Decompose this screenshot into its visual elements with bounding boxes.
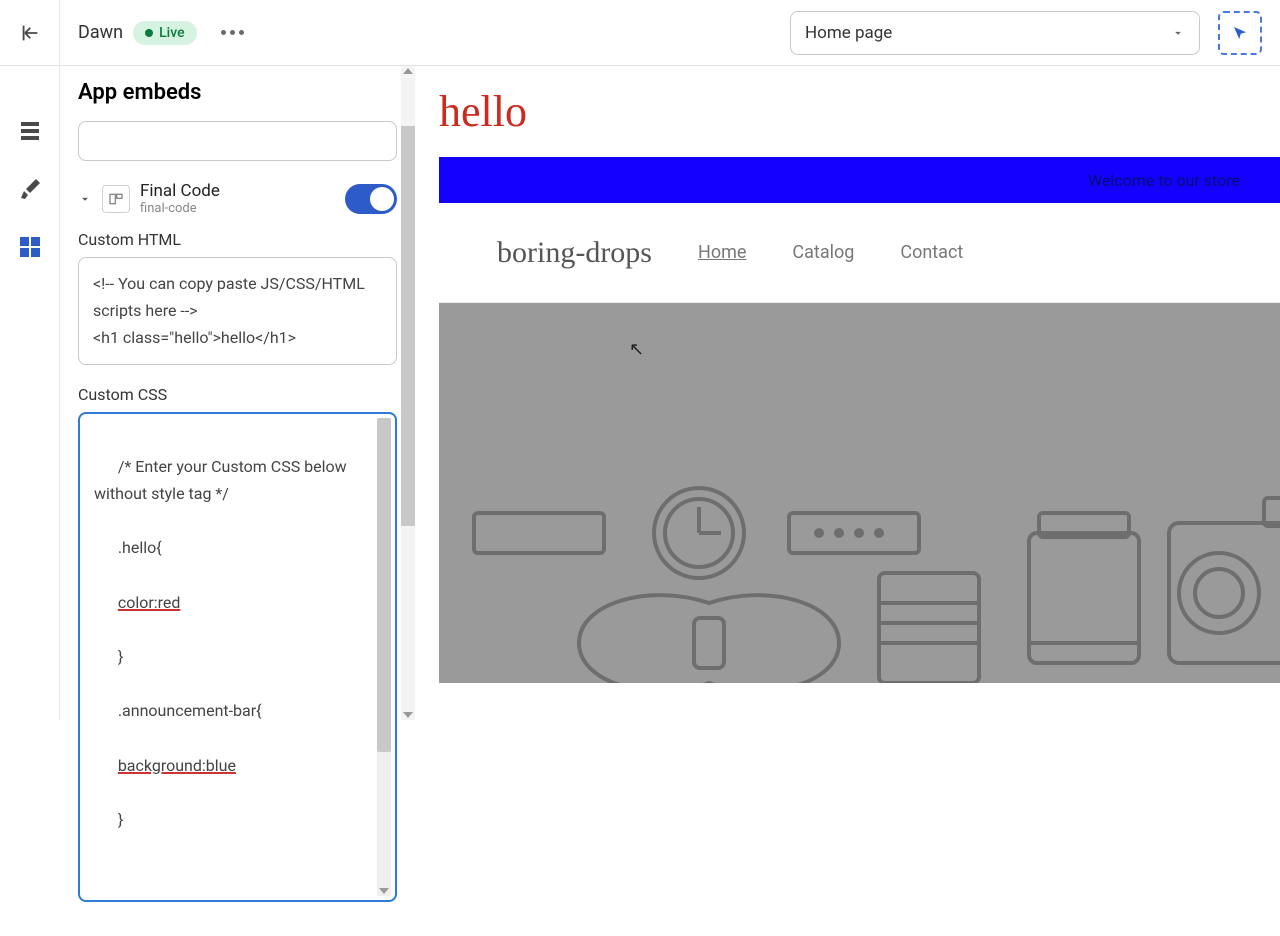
sections-icon — [18, 119, 42, 143]
toggle-knob — [370, 187, 394, 211]
nav-catalog-link[interactable]: Catalog — [792, 242, 854, 263]
rail-theme-settings-button[interactable] — [15, 174, 45, 204]
jar-illustration-icon — [1014, 503, 1154, 673]
embed-header-row: Final Code final-code — [78, 181, 397, 216]
sidebar-title: App embeds — [78, 80, 397, 105]
custom-css-textarea[interactable]: /* Enter your Custom CSS below without s… — [78, 412, 397, 902]
bowtie-illustration-icon — [559, 583, 859, 683]
embed-title: Final Code — [140, 181, 335, 201]
icon-rail — [0, 66, 60, 720]
css-line: /* Enter your Custom CSS below without s… — [94, 457, 351, 503]
sidebar-scrollbar[interactable] — [401, 66, 415, 720]
paintbrush-icon — [18, 177, 42, 201]
theme-name: Dawn — [78, 22, 123, 43]
app-icon — [102, 185, 130, 213]
css-line: color:red — [118, 593, 181, 612]
css-line: } — [118, 647, 123, 666]
embed-toggle[interactable] — [345, 184, 397, 214]
watch-illustration-icon — [469, 483, 929, 583]
custom-html-label: Custom HTML — [78, 230, 397, 249]
code-block-icon — [108, 191, 124, 207]
camera-illustration-icon — [1164, 493, 1280, 673]
chevron-down-icon[interactable] — [78, 192, 92, 206]
cursor-select-icon — [1231, 24, 1249, 42]
custom-html-textarea[interactable]: <!-- You can copy paste JS/CSS/HTML scri… — [78, 257, 397, 365]
announcement-bar-text: Welcome to our store — [1088, 171, 1240, 190]
rail-sections-button[interactable] — [15, 116, 45, 146]
css-line: } — [118, 810, 123, 829]
textarea-scrollbar[interactable] — [377, 418, 391, 896]
store-header-nav: boring-drops Home Catalog Contact — [439, 203, 1280, 303]
css-line: .hello{ — [118, 538, 162, 557]
hero-image: ↖ — [439, 303, 1280, 683]
css-line: .announcement-bar{ — [118, 701, 262, 720]
inspector-button[interactable] — [1218, 11, 1262, 55]
nav-home-link[interactable]: Home — [698, 242, 746, 263]
back-arrow-icon — [19, 22, 41, 44]
sidebar-panel: App embeds Final Code final-code Custom … — [60, 66, 415, 936]
announcement-bar: Welcome to our store — [439, 157, 1280, 203]
search-app-embeds-field[interactable] — [78, 121, 397, 161]
live-dot-icon — [145, 29, 153, 37]
live-status-label: Live — [159, 25, 184, 41]
nav-contact-link[interactable]: Contact — [900, 242, 963, 263]
mouse-cursor-icon: ↖ — [629, 339, 644, 360]
chevron-down-icon — [1171, 26, 1185, 40]
page-selector-label: Home page — [805, 23, 892, 43]
back-button[interactable] — [0, 0, 60, 66]
app-embeds-icon — [18, 235, 42, 259]
preview-hello-heading: hello — [439, 86, 1280, 137]
css-line: background:blue — [118, 756, 236, 775]
custom-css-label: Custom CSS — [78, 385, 397, 404]
lens-illustration-icon — [869, 563, 989, 683]
page-selector-dropdown[interactable]: Home page — [790, 11, 1200, 55]
top-bar: Dawn Live Home page — [0, 0, 1280, 66]
live-status-badge: Live — [133, 21, 196, 45]
preview-pane: hello Welcome to our store boring-drops … — [415, 66, 1280, 720]
store-name[interactable]: boring-drops — [497, 236, 652, 270]
embed-subtitle: final-code — [140, 201, 335, 216]
more-menu-button[interactable] — [221, 30, 244, 35]
main-area: App embeds Final Code final-code Custom … — [0, 66, 1280, 720]
rail-app-embeds-button[interactable] — [15, 232, 45, 262]
